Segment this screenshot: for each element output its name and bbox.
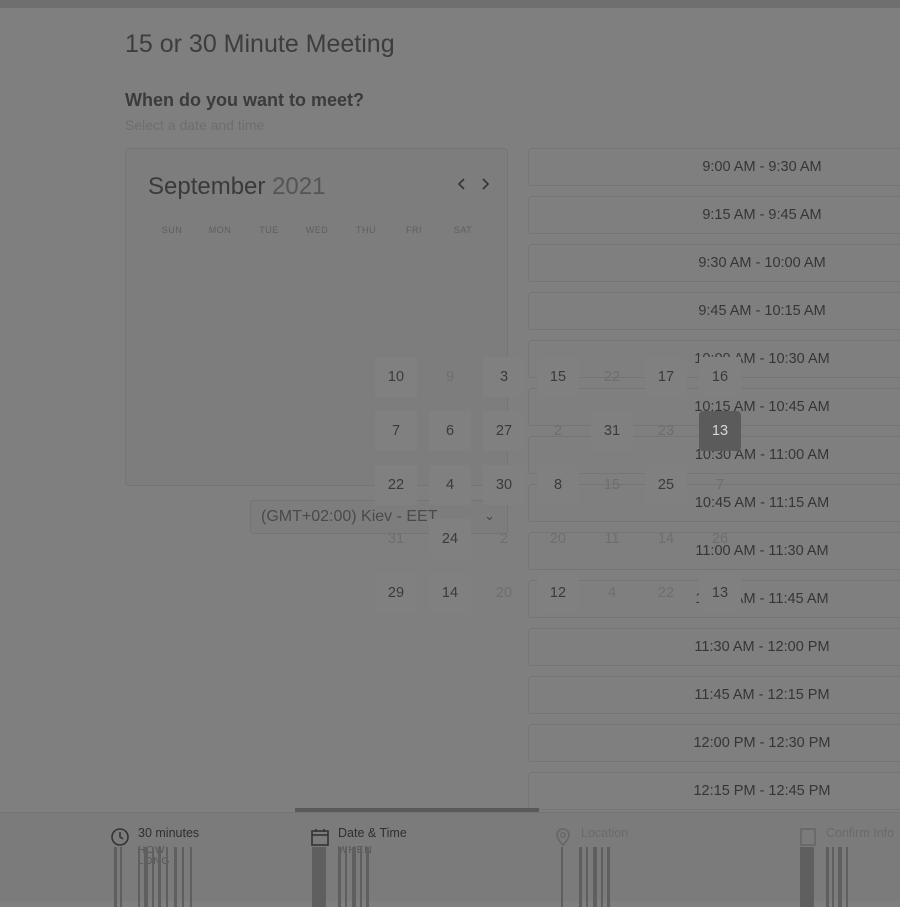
year-label: 2021 (272, 173, 326, 200)
calendar-day[interactable]: 15 (537, 357, 579, 397)
time-slot-label: 12:00 PM - 12:30 PM (693, 735, 831, 751)
helper-text: Select a date and time (125, 117, 265, 133)
document-icon (800, 828, 816, 846)
calendar-day[interactable]: 22 (375, 465, 417, 505)
step-placeholder-graphic (312, 847, 372, 907)
step-placeholder-graphic (561, 847, 621, 907)
calendar-day[interactable]: 8 (537, 465, 579, 505)
time-slot-label: 9:30 AM - 10:00 AM (698, 255, 826, 271)
step-label: Location (581, 826, 629, 840)
calendar-day[interactable]: 10 (375, 357, 417, 397)
weekday-label: WED (305, 225, 329, 235)
step-placeholder-graphic (800, 847, 860, 907)
calendar-day[interactable]: 29 (375, 573, 417, 613)
time-slot-label: 9:45 AM - 10:15 AM (698, 303, 826, 319)
calendar-day: 15 (603, 477, 621, 493)
chevron-left-icon (457, 178, 465, 190)
booking-steps-bar: 30 minutes HOW LONG Date & Time WHEN Loc… (0, 812, 900, 907)
weekday-label: SUN (161, 225, 183, 235)
calendar-day[interactable]: 6 (429, 411, 471, 451)
next-month-button[interactable] (477, 175, 493, 196)
calendar-day[interactable]: 13 (699, 573, 741, 613)
calendar-icon (311, 829, 329, 846)
calendar-date-grid: 10 9 3 15 22 17 16 7 6 27 2 31 23 13 22 4 30 8 15 25 7 31 24 2 2… (375, 350, 745, 620)
time-slot-label: 9:00 AM - 9:30 AM (702, 159, 822, 175)
weekday-label: MON (208, 225, 232, 235)
month-year-label: September 2021 (148, 173, 325, 201)
calendar-day: 20 (549, 531, 567, 547)
month-label: September (148, 173, 266, 200)
calendar-day: 2 (553, 423, 563, 439)
time-slot-button[interactable]: 11:30 AM - 12:00 PM (528, 628, 900, 666)
calendar-day[interactable]: 31 (591, 411, 633, 451)
time-slot-button[interactable]: 11:45 AM - 12:15 PM (528, 676, 900, 714)
prev-month-button[interactable] (454, 175, 470, 196)
calendar-day[interactable]: 16 (699, 357, 741, 397)
weekday-label: TUE (259, 225, 279, 235)
time-slot-button[interactable]: 9:15 AM - 9:45 AM (528, 196, 900, 234)
chevron-right-icon (482, 178, 490, 190)
weekday-label: SAT (453, 225, 473, 235)
calendar-day[interactable]: 30 (483, 465, 525, 505)
step-label: Confirm Info (826, 826, 895, 840)
calendar-day: 11 (604, 531, 620, 547)
time-slot-label: 11:45 AM - 12:15 PM (694, 687, 830, 703)
calendar-day[interactable]: 27 (483, 411, 525, 451)
step-label: 30 minutes (138, 826, 200, 840)
calendar-day: 14 (657, 531, 675, 547)
page-title: 15 or 30 Minute Meeting (125, 30, 395, 58)
time-slot-button[interactable]: 12:00 PM - 12:30 PM (528, 724, 900, 762)
calendar-day[interactable]: 24 (429, 519, 471, 559)
calendar-day[interactable]: 14 (429, 573, 471, 613)
time-slot-button[interactable]: 12:15 PM - 12:45 PM (528, 772, 900, 810)
calendar-day: 4 (607, 585, 617, 601)
calendar-day: 31 (387, 531, 405, 547)
calendar-day[interactable]: 25 (645, 465, 687, 505)
time-slot-label: 11:30 AM - 12:00 PM (694, 639, 830, 655)
calendar-day: 23 (657, 423, 675, 439)
location-pin-icon (556, 828, 570, 847)
section-heading: When do you want to meet? (125, 90, 364, 110)
clock-icon (111, 828, 129, 846)
top-bar (0, 0, 900, 8)
calendar-day: 20 (495, 585, 513, 601)
calendar-day: 26 (711, 531, 729, 547)
calendar-day-selected[interactable]: 13 (699, 411, 741, 451)
calendar-day: 9 (445, 369, 455, 385)
calendar-day[interactable]: 7 (375, 411, 417, 451)
time-slot-button[interactable]: 9:30 AM - 10:00 AM (528, 244, 900, 282)
time-slot-label: 9:15 AM - 9:45 AM (702, 207, 822, 223)
calendar-day[interactable]: 3 (483, 357, 525, 397)
calendar-day: 22 (603, 369, 621, 385)
time-slot-button[interactable]: 9:00 AM - 9:30 AM (528, 148, 900, 186)
time-slot-button[interactable]: 9:45 AM - 10:15 AM (528, 292, 900, 330)
calendar-day[interactable]: 4 (429, 465, 471, 505)
weekday-label: FRI (406, 225, 422, 235)
calendar-day: 22 (657, 585, 675, 601)
step-placeholder-graphic (114, 847, 194, 907)
calendar-day: 7 (715, 477, 725, 493)
calendar-day[interactable]: 12 (537, 573, 579, 613)
calendar-day[interactable]: 17 (645, 357, 687, 397)
step-label: Date & Time (338, 826, 407, 840)
weekday-label: THU (356, 225, 376, 235)
time-slot-label: 12:15 PM - 12:45 PM (693, 783, 831, 799)
calendar-day: 2 (499, 531, 509, 547)
